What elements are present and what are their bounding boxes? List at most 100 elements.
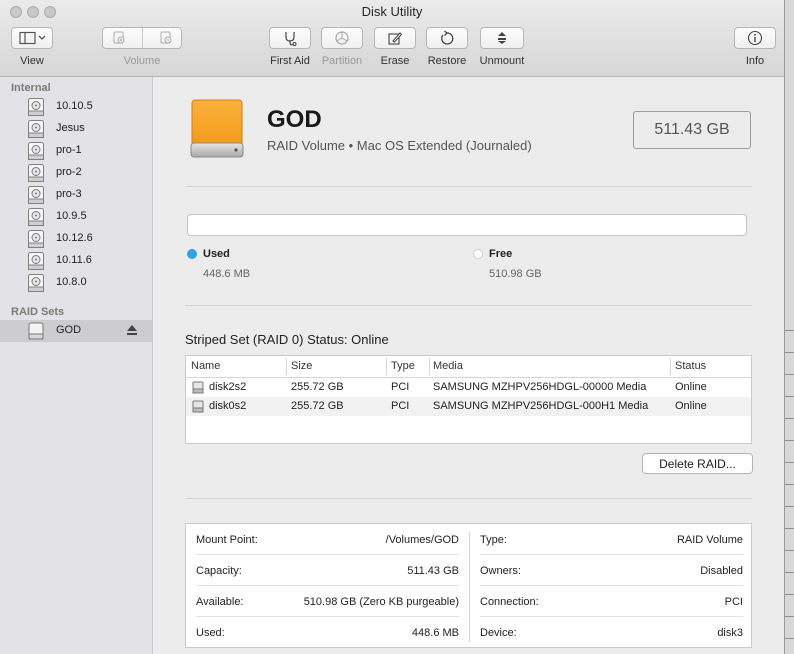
sidebar-item-label: 10.10.5 — [56, 100, 93, 112]
unmount-button[interactable] — [480, 27, 524, 49]
info-row: Capacity: 511.43 GB — [196, 555, 459, 586]
info-value: PCI — [724, 596, 743, 608]
hard-drive-icon — [28, 230, 44, 248]
eject-icon[interactable] — [126, 324, 138, 336]
cell-type: PCI — [391, 381, 410, 393]
info-key: Capacity: — [196, 565, 242, 577]
toolbar-info: Info — [733, 27, 777, 67]
cell-type: PCI — [391, 400, 410, 412]
sidebar-item-volume[interactable]: 10.8.0 — [0, 272, 152, 294]
hard-drive-icon — [28, 274, 44, 292]
info-key: Available: — [196, 596, 244, 608]
restore-button[interactable] — [426, 27, 468, 49]
sidebar-item-volume[interactable]: 10.9.5 — [0, 206, 152, 228]
info-label: Info — [745, 55, 765, 67]
disk-icon — [192, 400, 204, 413]
info-value: 511.43 GB — [407, 565, 459, 577]
first-aid-button[interactable] — [269, 27, 311, 49]
toolbar-erase: Erase — [373, 27, 417, 67]
title-bar: Disk Utility View Volume First Aid Parti… — [0, 0, 784, 77]
info-key: Type: — [480, 534, 507, 546]
sidebar-item-volume[interactable]: Jesus — [0, 118, 152, 140]
table-row[interactable]: disk0s2 255.72 GB PCI SAMSUNG MZHPV256HD… — [186, 397, 751, 416]
info-row: Owners: Disabled — [480, 555, 743, 586]
sidebar-item-volume[interactable]: 10.11.6 — [0, 250, 152, 272]
sidebar-item-volume[interactable]: pro-3 — [0, 184, 152, 206]
remove-volume-icon[interactable] — [158, 31, 174, 45]
sidebar-section-internal: Internal — [11, 82, 51, 94]
hard-drive-icon — [28, 252, 44, 270]
raid-members-table: Name Size Type Media Status disk2s2 255.… — [185, 355, 752, 444]
info-key: Used: — [196, 627, 225, 639]
info-value: disk3 — [717, 627, 743, 639]
hard-drive-icon — [28, 142, 44, 160]
sidebar-item-label: pro-1 — [56, 144, 82, 156]
sidebar-item-label: 10.11.6 — [56, 254, 92, 266]
hard-drive-icon — [28, 164, 44, 182]
cell-status: Online — [675, 381, 707, 393]
divider — [185, 498, 752, 499]
sidebar-toggle-icon — [19, 31, 46, 45]
stethoscope-icon — [285, 32, 297, 46]
table-row[interactable]: disk2s2 255.72 GB PCI SAMSUNG MZHPV256HD… — [186, 378, 751, 397]
used-color-dot — [187, 249, 197, 259]
toolbar-restore: Restore — [425, 27, 469, 67]
divider — [185, 186, 752, 187]
info-row: Used: 448.6 MB — [196, 617, 459, 648]
sidebar-item-volume[interactable]: 10.10.5 — [0, 96, 152, 118]
info-value: RAID Volume — [676, 534, 743, 546]
unmount-icon — [498, 32, 506, 44]
column-header-size[interactable]: Size — [291, 360, 312, 372]
info-value: Disabled — [700, 565, 743, 577]
column-header-type[interactable]: Type — [391, 360, 415, 372]
sidebar-item-god[interactable]: GOD — [0, 320, 152, 342]
hard-drive-icon — [28, 98, 44, 116]
toolbar-partition: Partition — [320, 27, 364, 67]
background-window-strip — [784, 0, 794, 654]
sidebar-item-label: 10.9.5 — [56, 210, 87, 222]
sidebar-item-label: GOD — [56, 324, 82, 336]
first-aid-label: First Aid — [270, 55, 310, 67]
used-label: Used — [203, 248, 230, 260]
info-row: Connection: PCI — [480, 586, 743, 617]
erase-icon — [388, 32, 403, 45]
partition-label: Partition — [321, 55, 363, 67]
info-key: Owners: — [480, 565, 521, 577]
usage-bar — [187, 214, 747, 236]
column-header-name[interactable]: Name — [191, 360, 220, 372]
delete-raid-button[interactable]: Delete RAID... — [642, 453, 753, 474]
divider — [185, 305, 752, 306]
cell-size: 255.72 GB — [291, 381, 344, 393]
sidebar-item-volume[interactable]: pro-1 — [0, 140, 152, 162]
raid-status-title: Striped Set (RAID 0) Status: Online — [185, 332, 389, 347]
cell-media: SAMSUNG MZHPV256HDGL-000H1 Media — [433, 400, 649, 412]
sidebar-item-volume[interactable]: pro-2 — [0, 162, 152, 184]
info-button[interactable] — [734, 27, 776, 49]
cell-size: 255.72 GB — [291, 400, 344, 412]
raid-disk-icon — [28, 322, 44, 340]
volume-drive-icon — [190, 99, 244, 158]
info-row: Available: 510.98 GB (Zero KB purgeable) — [196, 586, 459, 617]
sidebar-item-volume[interactable]: 10.12.6 — [0, 228, 152, 250]
sidebar-item-label: 10.12.6 — [56, 232, 93, 244]
info-row: Device: disk3 — [480, 617, 743, 648]
partition-button[interactable] — [321, 27, 363, 49]
info-key: Mount Point: — [196, 534, 258, 546]
disk-utility-window: Disk Utility View Volume First Aid Parti… — [0, 0, 785, 654]
add-volume-icon[interactable] — [111, 31, 127, 45]
sidebar: Internal 10.10.5 Jesus pro-1 pro-2 pro-3 10.9… — [0, 77, 153, 654]
sidebar-section-raid-sets: RAID Sets — [11, 306, 65, 318]
erase-button[interactable] — [374, 27, 416, 49]
disk-icon — [192, 381, 204, 394]
column-header-status[interactable]: Status — [675, 360, 706, 372]
view-button[interactable] — [11, 27, 53, 49]
erase-label: Erase — [380, 55, 410, 67]
hard-drive-icon — [28, 208, 44, 226]
toolbar-first-aid: First Aid — [268, 27, 312, 67]
view-label: View — [20, 55, 44, 67]
column-header-media[interactable]: Media — [433, 360, 463, 372]
toolbar-view: View — [11, 27, 53, 67]
restore-arrow-icon — [441, 30, 454, 45]
cell-name: disk0s2 — [209, 400, 247, 412]
info-value: 448.6 MB — [411, 627, 459, 639]
